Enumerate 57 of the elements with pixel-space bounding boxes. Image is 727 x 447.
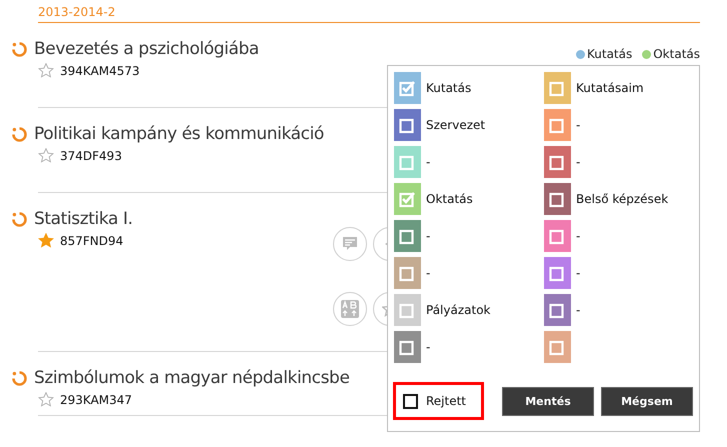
color-swatch[interactable]: [544, 183, 571, 215]
color-swatch[interactable]: [544, 294, 571, 326]
course-title[interactable]: Szimbólumok a magyar népdalkincsbe: [34, 368, 350, 388]
star-icon[interactable]: [38, 392, 54, 407]
status-ring-icon: [11, 126, 28, 142]
color-swatch[interactable]: [394, 146, 421, 178]
course-code: 293KAM347: [60, 392, 132, 406]
sort-icon: [340, 298, 360, 318]
star-icon[interactable]: [38, 63, 54, 78]
round-icon-button[interactable]: [333, 292, 367, 326]
color-swatch[interactable]: [394, 220, 421, 252]
course-title[interactable]: Politikai kampány és kommunikáció: [34, 124, 324, 144]
label-name: -: [576, 266, 580, 280]
label-name: Belső képzések: [576, 192, 668, 206]
color-swatch[interactable]: [394, 109, 421, 141]
status-ring-icon: [11, 40, 28, 58]
label-name: Pályázatok: [426, 303, 490, 317]
label-name: -: [576, 155, 580, 169]
cancel-button[interactable]: Mégsem: [601, 386, 693, 416]
color-swatch[interactable]: [394, 331, 421, 363]
label-name: Kutatásaim: [576, 81, 644, 95]
color-swatch[interactable]: [544, 257, 571, 289]
legend-label: Oktatás: [653, 47, 700, 61]
color-swatch[interactable]: [544, 220, 571, 252]
comment-icon: [341, 235, 359, 253]
label-name: -: [426, 229, 430, 243]
status-ring-icon: [11, 370, 28, 386]
label-name: -: [426, 340, 430, 354]
color-swatch[interactable]: [394, 72, 421, 104]
legend-label: Kutatás: [586, 47, 632, 61]
color-swatch[interactable]: [544, 109, 571, 141]
label-name: Szervezet: [426, 118, 486, 132]
term-heading: 2013-2014-2: [38, 0, 700, 23]
color-swatch[interactable]: [394, 183, 421, 215]
label-name: -: [426, 155, 430, 169]
round-icon-button[interactable]: [333, 227, 367, 261]
star-icon[interactable]: [38, 233, 54, 248]
label-name: -: [426, 266, 430, 280]
label-name: Kutatás: [426, 81, 472, 95]
course-title[interactable]: Statisztika I.: [34, 209, 133, 229]
color-swatch[interactable]: [544, 331, 571, 363]
color-swatch[interactable]: [544, 72, 571, 104]
course-code: 857FND94: [60, 234, 124, 248]
label-name: Oktatás: [426, 192, 473, 206]
label-name: -: [576, 303, 580, 317]
status-ring-icon: [11, 210, 28, 228]
label-name: -: [576, 229, 580, 243]
save-button[interactable]: Mentés: [502, 386, 594, 416]
color-swatch[interactable]: [544, 146, 571, 178]
course-code: 394KAM4573: [60, 64, 140, 78]
hidden-checkbox[interactable]: Rejtett: [393, 382, 484, 420]
star-icon[interactable]: [38, 148, 54, 163]
course-code: 374DF493: [60, 148, 122, 162]
course-title[interactable]: Bevezetés a pszichológiába: [34, 39, 259, 59]
label-name: -: [576, 118, 580, 132]
color-swatch[interactable]: [394, 294, 421, 326]
color-swatch[interactable]: [394, 257, 421, 289]
